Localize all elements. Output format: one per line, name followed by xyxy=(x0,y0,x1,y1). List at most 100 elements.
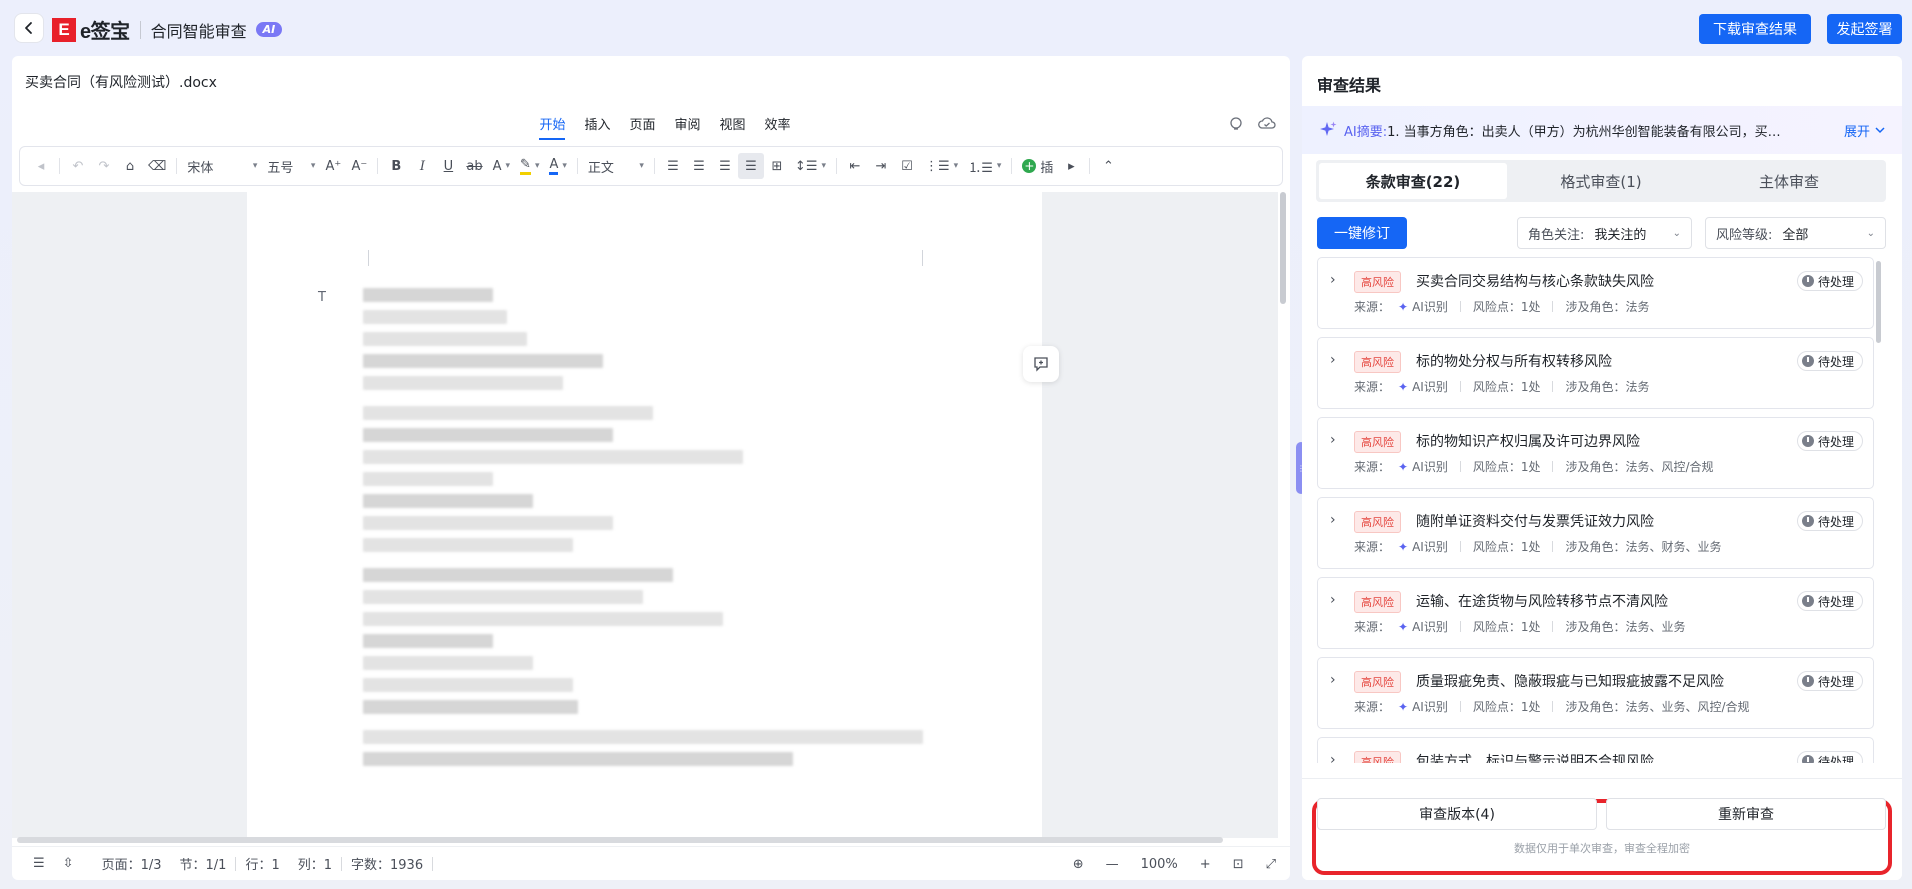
strikethrough-icon[interactable]: ab xyxy=(461,153,487,179)
font-size-select[interactable]: 五号 ▾ xyxy=(262,153,320,179)
redo-icon[interactable]: ↷ xyxy=(91,153,117,179)
menu-tab-efficiency[interactable]: 效率 xyxy=(765,114,791,140)
risk-item-card[interactable]: › 高风险 标的物知识产权归属及许可边界风险 待处理 来源： ✦ AI识别 风险点：1处 涉及角… xyxy=(1317,417,1874,489)
zoom-out-icon[interactable]: — xyxy=(1106,857,1119,872)
role-focus-filter[interactable]: 角色关注: 我关注的 ⌄ xyxy=(1517,217,1692,249)
format-painter-icon[interactable]: ⌂ xyxy=(117,153,143,179)
fullscreen-icon[interactable]: ⤢ xyxy=(1266,857,1276,872)
chevron-right-icon[interactable]: › xyxy=(1330,432,1336,448)
chevron-right-icon[interactable]: › xyxy=(1330,272,1336,288)
align-left-icon[interactable]: ☰ xyxy=(660,153,686,179)
status-badge[interactable]: 待处理 xyxy=(1796,671,1863,691)
checkbox-icon[interactable]: ☑ xyxy=(894,153,920,179)
line-spacing-icon[interactable]: ↕☰ ▾ xyxy=(790,153,831,179)
numbered-list-icon[interactable]: ⒈☰ ▾ xyxy=(963,153,1006,179)
risk-list-scrollbar[interactable] xyxy=(1876,261,1881,343)
status-badge[interactable]: 待处理 xyxy=(1796,751,1863,763)
document-page[interactable]: T xyxy=(247,192,1042,838)
increase-font-icon[interactable]: A⁺ xyxy=(320,153,346,179)
distributed-align-icon[interactable]: ⊞ xyxy=(764,153,790,179)
re-review-button[interactable]: 重新审查 xyxy=(1606,798,1886,830)
collapse-toolbar-icon[interactable]: ⌃ xyxy=(1095,153,1121,179)
document-vertical-scrollbar[interactable] xyxy=(1280,192,1286,304)
fix-all-button[interactable]: 一键修订 xyxy=(1317,217,1407,249)
menu-tab-insert[interactable]: 插入 xyxy=(584,114,610,140)
risk-level-filter[interactable]: 风险等级: 全部 ⌄ xyxy=(1705,217,1886,249)
risk-item-title: 标的物知识产权归属及许可边界风险 xyxy=(1416,434,1640,450)
ai-summary-bar[interactable]: AI摘要: 1. 当事方角色：出卖人（甲方）为杭州华创智能装备有限公司，买… 展… xyxy=(1302,106,1902,154)
outline-icon[interactable]: ☰ xyxy=(24,856,54,871)
ai-summary-text: 1. 当事方角色：出卖人（甲方）为杭州华创智能装备有限公司，买… xyxy=(1387,124,1781,140)
risk-item-card[interactable]: › 高风险 标的物处分权与所有权转移风险 待处理 来源： ✦ AI识别 风险点：1处 涉及角色：… xyxy=(1317,337,1874,409)
menu-tab-start[interactable]: 开始 xyxy=(539,114,566,140)
risk-level-badge: 高风险 xyxy=(1354,511,1401,533)
chevron-right-icon[interactable]: › xyxy=(1330,512,1336,528)
status-label: 待处理 xyxy=(1817,354,1854,369)
clock-icon xyxy=(1801,675,1814,687)
underline-icon[interactable]: U xyxy=(435,153,461,179)
align-center-icon[interactable]: ☰ xyxy=(686,153,712,179)
zoom-level[interactable]: 100% xyxy=(1141,857,1178,872)
font-color-icon[interactable]: A ▾ xyxy=(544,153,571,179)
menu-tab-view[interactable]: 视图 xyxy=(720,114,746,140)
chevron-right-icon[interactable]: › xyxy=(1330,752,1336,763)
zoom-in-icon[interactable]: + xyxy=(1200,857,1211,872)
clear-format-icon[interactable]: ⌫ xyxy=(143,153,171,179)
status-badge[interactable]: 待处理 xyxy=(1796,431,1863,451)
font-family-select[interactable]: 宋体 ▾ xyxy=(182,153,262,179)
align-justify-icon[interactable]: ☰ xyxy=(737,153,764,179)
tab-clause-review[interactable]: 条款审查(22) xyxy=(1319,163,1507,199)
risk-item-card[interactable]: › 高风险 买卖合同交易结构与核心条款缺失风险 待处理 来源： ✦ AI识别 风险点：1处 涉及… xyxy=(1317,257,1874,329)
italic-icon[interactable]: I xyxy=(409,153,435,179)
decrease-indent-icon[interactable]: ⇤ xyxy=(842,153,868,179)
status-badge[interactable]: 待处理 xyxy=(1796,511,1863,531)
ai-sparkle-icon: ✦ xyxy=(1398,619,1409,634)
play-icon[interactable]: ▸ xyxy=(1058,153,1084,179)
undo-history-icon[interactable]: ◂ xyxy=(28,153,54,179)
bold-icon[interactable]: B xyxy=(383,153,409,179)
risk-item-card[interactable]: ›高风险包装方式、标识与警示说明不合规风险待处理来源：✦AI识别风险点：1处涉及… xyxy=(1317,737,1874,763)
text-effect-icon[interactable]: A ▾ xyxy=(488,153,515,179)
risk-item-card[interactable]: › 高风险 随附单证资料交付与发票凭证效力风险 待处理 来源： ✦ AI识别 风险点：1处 涉及… xyxy=(1317,497,1874,569)
navigation-icon[interactable]: ⇳ xyxy=(54,856,83,871)
fit-page-icon[interactable]: ⊡ xyxy=(1233,857,1244,872)
blurred-text xyxy=(363,472,493,486)
document-horizontal-scrollbar[interactable] xyxy=(17,837,1223,843)
cloud-saved-icon[interactable] xyxy=(1258,116,1276,132)
download-results-button[interactable]: 下载审查结果 xyxy=(1699,14,1811,44)
review-versions-button[interactable]: 审查版本(4) xyxy=(1317,798,1597,830)
language-icon[interactable]: ⊕ xyxy=(1073,857,1084,872)
chevron-right-icon[interactable]: › xyxy=(1330,592,1336,608)
risk-item-meta: 来源： ✦ AI识别 风险点：1处 涉及角色：法务 xyxy=(1354,298,1649,315)
blurred-text xyxy=(363,730,923,744)
status-badge[interactable]: 待处理 xyxy=(1796,591,1863,611)
align-right-icon[interactable]: ☰ xyxy=(712,153,738,179)
risk-item-card[interactable]: › 高风险 运输、在途货物与风险转移节点不清风险 待处理 来源： ✦ AI识别 风险点：1处 涉… xyxy=(1317,577,1874,649)
status-badge[interactable]: 待处理 xyxy=(1796,351,1863,371)
document-canvas[interactable]: T xyxy=(12,192,1278,838)
risk-points: 风险点：1处 xyxy=(1472,380,1541,394)
bullet-list-icon[interactable]: ⋮☰ ▾ xyxy=(920,153,963,179)
increase-indent-icon[interactable]: ⇥ xyxy=(868,153,894,179)
add-comment-button[interactable] xyxy=(1023,346,1059,382)
chevron-right-icon[interactable]: › xyxy=(1330,352,1336,368)
menu-tab-review[interactable]: 审阅 xyxy=(675,114,701,140)
document-panel: 买卖合同（有风险测试）.docx 开始 插入 页面 审阅 视图 效率 ◂ ↶ ↷… xyxy=(12,56,1290,880)
settings-bulb-icon[interactable] xyxy=(1228,116,1244,132)
chevron-right-icon[interactable]: › xyxy=(1330,672,1336,688)
insert-label: 插 xyxy=(1040,160,1054,176)
highlight-color-icon[interactable]: ✎ ▾ xyxy=(515,153,544,179)
menu-tab-page[interactable]: 页面 xyxy=(629,114,655,140)
back-button[interactable] xyxy=(14,13,44,43)
status-badge[interactable]: 待处理 xyxy=(1796,271,1863,291)
decrease-font-icon[interactable]: A⁻ xyxy=(346,153,372,179)
tab-subject-review[interactable]: 主体审查 xyxy=(1695,163,1883,199)
paragraph-style-select[interactable]: 正文 ▾ xyxy=(583,153,649,179)
insert-button[interactable]: + 插 xyxy=(1017,153,1058,179)
risk-points: 风险点：1处 xyxy=(1472,700,1541,714)
undo-icon[interactable]: ↶ xyxy=(65,153,91,179)
expand-summary-link[interactable]: 展开 xyxy=(1844,121,1886,140)
risk-item-card[interactable]: › 高风险 质量瑕疵免责、隐蔽瑕疵与已知瑕疵披露不足风险 待处理 来源： ✦ AI识别 风险点… xyxy=(1317,657,1874,729)
start-signing-button[interactable]: 发起签署 xyxy=(1827,14,1902,44)
tab-format-review[interactable]: 格式审查(1) xyxy=(1507,163,1695,199)
